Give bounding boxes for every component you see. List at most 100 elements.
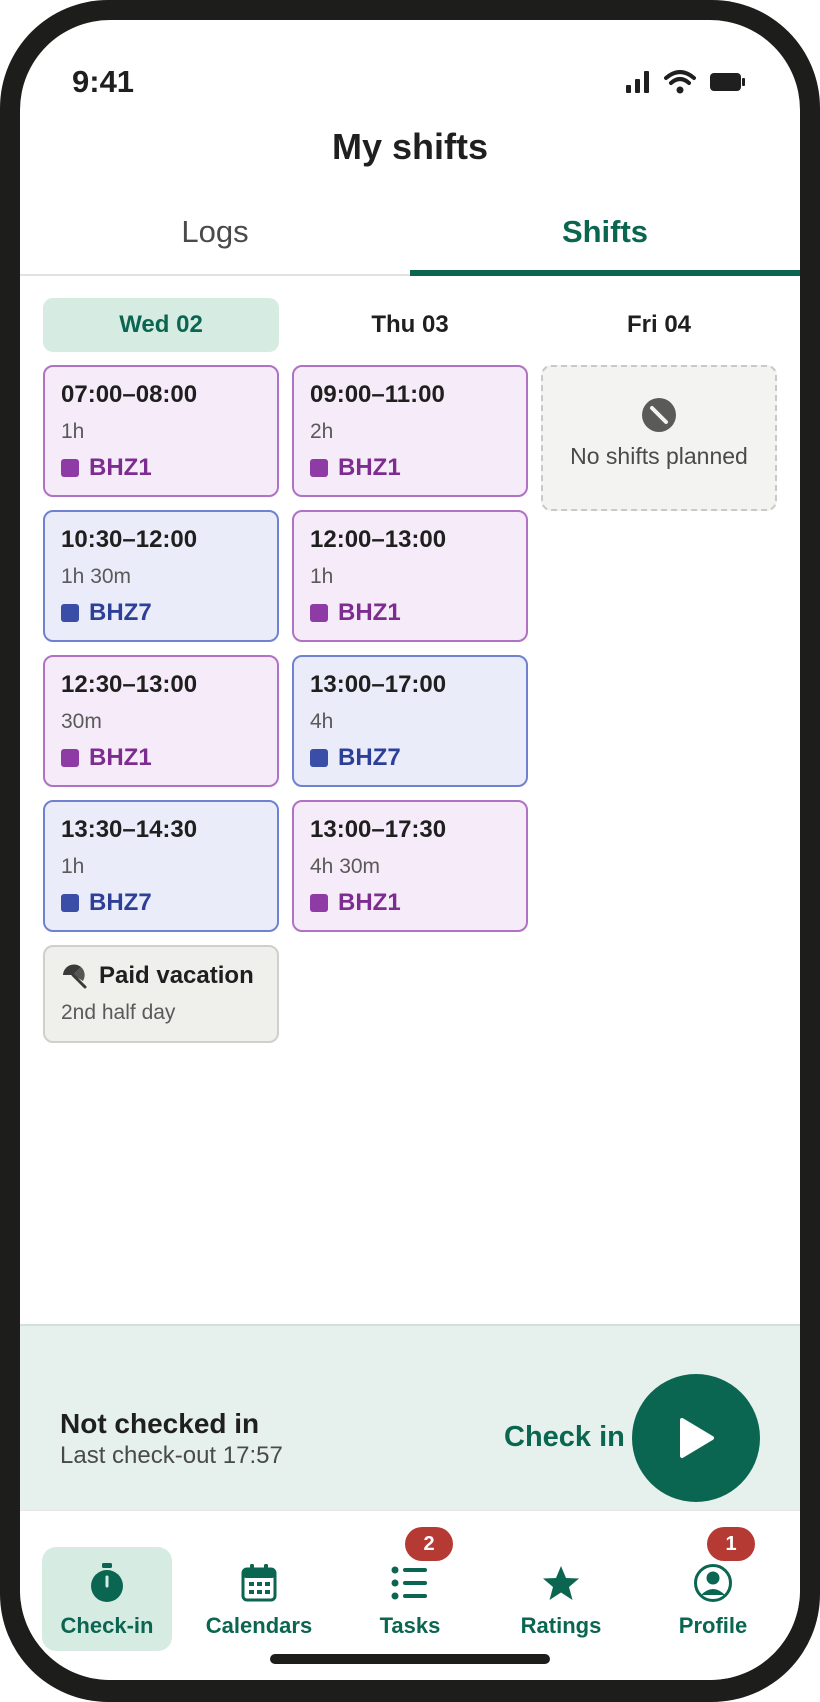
- battery-icon: [710, 72, 746, 97]
- status-icons: [626, 70, 746, 99]
- checkin-bar: Not checked in Last check-out 17:57 Chec…: [20, 1324, 800, 1510]
- tab-bar: Logs Shifts: [20, 196, 800, 276]
- calendar-icon: [241, 1564, 277, 1602]
- star-icon: [543, 1566, 579, 1600]
- shift-time: 12:30–13:00: [61, 671, 198, 698]
- day-header-wed[interactable]: Wed 02: [43, 298, 279, 352]
- home-indicator: [270, 1654, 550, 1664]
- vacation-title: Paid vacation: [99, 962, 254, 989]
- shift-card[interactable]: 09:00–11:00 2h BHZ1: [292, 365, 528, 497]
- nav-label: Calendars: [205, 1613, 313, 1638]
- task-list-icon: [391, 1566, 427, 1600]
- shift-duration: 1h: [310, 565, 334, 588]
- nav-tasks[interactable]: 2 Tasks: [345, 1527, 475, 1651]
- shift-location: BHZ7: [310, 743, 510, 773]
- location-color-swatch: [61, 604, 79, 622]
- shift-location: BHZ1: [310, 453, 510, 483]
- nav-icon-wrap: [542, 1563, 580, 1603]
- shift-card[interactable]: 13:30–14:30 1h BHZ7: [43, 800, 279, 932]
- location-color-swatch: [310, 894, 328, 912]
- nav-icon-wrap: 1: [693, 1527, 755, 1603]
- shift-time: 09:00–11:00: [310, 381, 445, 408]
- location-label: BHZ1: [338, 599, 401, 626]
- shift-duration: 1h 30m: [61, 565, 132, 588]
- last-checkout: Last check-out 17:57: [60, 1442, 283, 1469]
- nav-label: Tasks: [379, 1613, 441, 1638]
- location-label: BHZ1: [338, 454, 401, 481]
- location-color-swatch: [61, 894, 79, 912]
- nav-profile[interactable]: 1 Profile: [648, 1527, 778, 1651]
- shift-card[interactable]: 12:00–13:00 1h BHZ1: [292, 510, 528, 642]
- shift-card[interactable]: 10:30–12:00 1h 30m BHZ7: [43, 510, 279, 642]
- location-label: BHZ7: [89, 599, 152, 626]
- page-title: My shifts: [331, 126, 489, 167]
- day-header-fri[interactable]: Fri 04: [541, 298, 777, 352]
- nav-label: Check-in: [60, 1613, 154, 1638]
- shift-location: BHZ1: [310, 888, 510, 918]
- location-label: BHZ1: [89, 744, 152, 771]
- tasks-badge: 2: [405, 1527, 453, 1561]
- profile-badge: 1: [707, 1527, 755, 1561]
- shift-location: BHZ1: [310, 598, 510, 628]
- shift-time: 07:00–08:00: [61, 381, 198, 408]
- shift-location: BHZ1: [61, 453, 261, 483]
- shift-card[interactable]: 12:30–13:00 30m BHZ1: [43, 655, 279, 787]
- shift-card[interactable]: 13:00–17:30 4h 30m BHZ1: [292, 800, 528, 932]
- shift-time: 12:00–13:00: [310, 526, 447, 553]
- location-label: BHZ7: [338, 744, 401, 771]
- shift-location: BHZ7: [61, 598, 261, 628]
- device-frame: 9:41 My shifts Logs Shifts Wed 02 07:00–…: [0, 0, 820, 1702]
- day-column-fri: Fri 04 No shifts planned: [541, 298, 777, 1043]
- shift-duration: 1h: [61, 855, 85, 878]
- no-shifts-text: No shifts planned: [570, 443, 748, 469]
- nav-ratings[interactable]: Ratings: [496, 1547, 626, 1651]
- shift-duration: 1h: [61, 420, 85, 443]
- shift-time: 10:30–12:00: [61, 526, 198, 553]
- wifi-icon: [664, 70, 696, 99]
- location-color-swatch: [310, 604, 328, 622]
- day-header-thu[interactable]: Thu 03: [292, 298, 528, 352]
- nav-icon-wrap: [241, 1563, 277, 1603]
- tab-shifts[interactable]: Shifts: [410, 196, 800, 276]
- shift-card[interactable]: 13:00–17:00 4h BHZ7: [292, 655, 528, 787]
- shift-columns: Wed 02 07:00–08:00 1h BHZ1 10:30–12:00 1…: [43, 298, 777, 1043]
- shift-card[interactable]: 07:00–08:00 1h BHZ1: [43, 365, 279, 497]
- shift-time: 13:00–17:00: [310, 671, 447, 698]
- nav-check-in[interactable]: Check-in: [42, 1547, 172, 1651]
- day-column-thu: Thu 03 09:00–11:00 2h BHZ1 12:00–13:00 1…: [292, 298, 528, 1043]
- checkin-status: Not checked in: [60, 1408, 260, 1439]
- shift-time: 13:00–17:30: [310, 816, 447, 843]
- no-entry-icon: [642, 398, 676, 432]
- location-label: BHZ1: [89, 454, 152, 481]
- location-color-swatch: [61, 459, 79, 477]
- shift-duration: 4h 30m: [310, 855, 381, 878]
- tab-logs[interactable]: Logs: [20, 196, 410, 274]
- nav-icon-wrap: [89, 1563, 125, 1603]
- shift-time: 13:30–14:30: [61, 816, 198, 843]
- nav-label: Profile: [678, 1613, 748, 1638]
- no-shifts-card: No shifts planned: [541, 365, 777, 511]
- status-time: 9:41: [72, 64, 135, 99]
- beach-umbrella-icon: [63, 964, 87, 989]
- shift-duration: 4h: [310, 710, 334, 733]
- location-color-swatch: [310, 749, 328, 767]
- vacation-card[interactable]: Paid vacation 2nd half day: [43, 945, 279, 1043]
- location-color-swatch: [61, 749, 79, 767]
- shift-location: BHZ7: [61, 888, 261, 918]
- location-label: BHZ7: [89, 889, 152, 916]
- day-column-wed: Wed 02 07:00–08:00 1h BHZ1 10:30–12:00 1…: [43, 298, 279, 1043]
- location-color-swatch: [310, 459, 328, 477]
- shift-duration: 2h: [310, 420, 334, 443]
- nav-calendars[interactable]: Calendars: [194, 1547, 324, 1651]
- app-screen: 9:41 My shifts Logs Shifts Wed 02 07:00–…: [20, 20, 800, 1680]
- play-icon: [680, 1418, 714, 1458]
- nav-icon-wrap: 2: [391, 1527, 453, 1603]
- location-label: BHZ1: [338, 889, 401, 916]
- profile-icon: [694, 1564, 732, 1602]
- nav-label: Ratings: [520, 1613, 602, 1638]
- stopwatch-icon: [91, 1563, 123, 1602]
- shift-location: BHZ1: [61, 743, 261, 773]
- cellular-signal-icon: [626, 71, 650, 98]
- check-in-label[interactable]: Check in: [504, 1421, 625, 1454]
- check-in-button[interactable]: [632, 1374, 760, 1502]
